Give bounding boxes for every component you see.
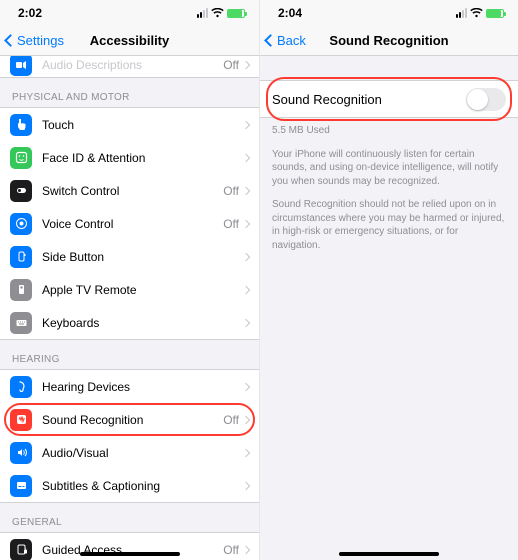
navbar-left: Settings Accessibility [0, 26, 259, 56]
row-keyboards[interactable]: Keyboards [0, 306, 259, 339]
row-label: Sound Recognition [42, 413, 223, 427]
sidebutton-icon [10, 246, 32, 268]
signal-icon [456, 8, 467, 18]
touch-icon [10, 114, 32, 136]
description-1: Your iPhone will continuously listen for… [260, 138, 518, 189]
row-hearing-devices[interactable]: Hearing Devices [0, 370, 259, 403]
row-value: Off [223, 413, 239, 427]
signal-icon [197, 8, 208, 18]
status-bar: 2:04 [260, 0, 518, 26]
row-label: Apple TV Remote [42, 283, 243, 297]
home-indicator[interactable] [80, 552, 180, 556]
chevron-left-icon [4, 34, 17, 47]
row-switch-control[interactable]: Switch ControlOff [0, 174, 259, 207]
chevron-right-icon [242, 219, 250, 227]
status-right [456, 8, 504, 18]
chevron-right-icon [242, 120, 250, 128]
chevron-left-icon [264, 34, 277, 47]
row-audio-descriptions[interactable]: Audio Descriptions Off [0, 56, 259, 77]
row-sound-recognition[interactable]: Sound RecognitionOff [0, 403, 259, 436]
row-value: Off [223, 217, 239, 231]
row-label: Audio Descriptions [42, 58, 223, 72]
row-voice-control[interactable]: Voice ControlOff [0, 207, 259, 240]
row-face-id-attention[interactable]: Face ID & Attention [0, 141, 259, 174]
switch-icon [10, 180, 32, 202]
chevron-right-icon [242, 252, 250, 260]
back-button[interactable]: Back [266, 33, 306, 48]
row-value: Off [223, 543, 239, 557]
status-time: 2:04 [278, 6, 302, 20]
chevron-right-icon [242, 186, 250, 194]
storage-text: 5.5 MB Used [260, 118, 518, 138]
navbar-right: Back Sound Recognition [260, 26, 518, 56]
row-label: Face ID & Attention [42, 151, 243, 165]
row-label: Keyboards [42, 316, 243, 330]
audio-desc-icon [10, 56, 32, 76]
row-label: Audio/Visual [42, 446, 243, 460]
row-label: Touch [42, 118, 243, 132]
row-subtitles-captioning[interactable]: Subtitles & Captioning [0, 469, 259, 502]
ear-icon [10, 376, 32, 398]
list-group: Hearing Devices Sound RecognitionOff Audio… [0, 369, 259, 503]
back-button[interactable]: Settings [6, 33, 64, 48]
content-right[interactable]: Sound Recognition 5.5 MB Used Your iPhon… [260, 56, 518, 560]
page-title: Accessibility [90, 33, 170, 48]
screen-sound-recognition: 2:04 Back Sound Recognition Sound Recogn… [259, 0, 518, 560]
row-touch[interactable]: Touch [0, 108, 259, 141]
chevron-right-icon [242, 318, 250, 326]
row-label: Subtitles & Captioning [42, 479, 243, 493]
chevron-right-icon [242, 415, 250, 423]
status-time: 2:02 [18, 6, 42, 20]
description-2: Sound Recognition should not be relied u… [260, 188, 518, 252]
status-right [197, 8, 245, 18]
row-audio-visual[interactable]: Audio/Visual [0, 436, 259, 469]
list-group: TouchFace ID & AttentionSwitch ControlOf… [0, 107, 259, 340]
status-bar: 2:02 [0, 0, 259, 26]
page-title: Sound Recognition [329, 33, 448, 48]
back-label: Settings [17, 33, 64, 48]
chevron-right-icon [242, 153, 250, 161]
row-label: Side Button [42, 250, 243, 264]
section-header: PHYSICAL AND MOTOR [0, 78, 259, 107]
back-label: Back [277, 33, 306, 48]
row-value: Off [223, 58, 239, 72]
home-indicator[interactable] [339, 552, 439, 556]
partial-group: Audio Descriptions Off [0, 56, 259, 78]
row-value: Off [223, 184, 239, 198]
faceid-icon [10, 147, 32, 169]
audio-icon [10, 442, 32, 464]
keyboard-icon [10, 312, 32, 334]
row-side-button[interactable]: Side Button [0, 240, 259, 273]
chevron-right-icon [242, 545, 250, 553]
wifi-icon [211, 8, 224, 18]
subtitles-icon [10, 475, 32, 497]
chevron-right-icon [242, 481, 250, 489]
content-left[interactable]: Audio Descriptions Off PHYSICAL AND MOTO… [0, 56, 259, 560]
sound-icon [10, 409, 32, 431]
wifi-icon [470, 8, 483, 18]
appletv-icon [10, 279, 32, 301]
toggle-switch[interactable] [466, 88, 506, 111]
voice-icon [10, 213, 32, 235]
row-apple-tv-remote[interactable]: Apple TV Remote [0, 273, 259, 306]
row-sound-recognition-toggle[interactable]: Sound Recognition [260, 81, 518, 117]
battery-icon [486, 9, 504, 18]
row-label: Switch Control [42, 184, 223, 198]
section-header: GENERAL [0, 503, 259, 532]
battery-icon [227, 9, 245, 18]
toggle-group: Sound Recognition [260, 80, 518, 118]
guided-icon [10, 539, 32, 560]
screen-accessibility: 2:02 Settings Accessibility Audio Descri… [0, 0, 259, 560]
chevron-right-icon [242, 382, 250, 390]
chevron-right-icon [242, 448, 250, 456]
chevron-right-icon [242, 285, 250, 293]
section-header: HEARING [0, 340, 259, 369]
chevron-right-icon [242, 61, 250, 69]
row-label: Hearing Devices [42, 380, 243, 394]
toggle-label: Sound Recognition [272, 92, 466, 107]
row-label: Voice Control [42, 217, 223, 231]
